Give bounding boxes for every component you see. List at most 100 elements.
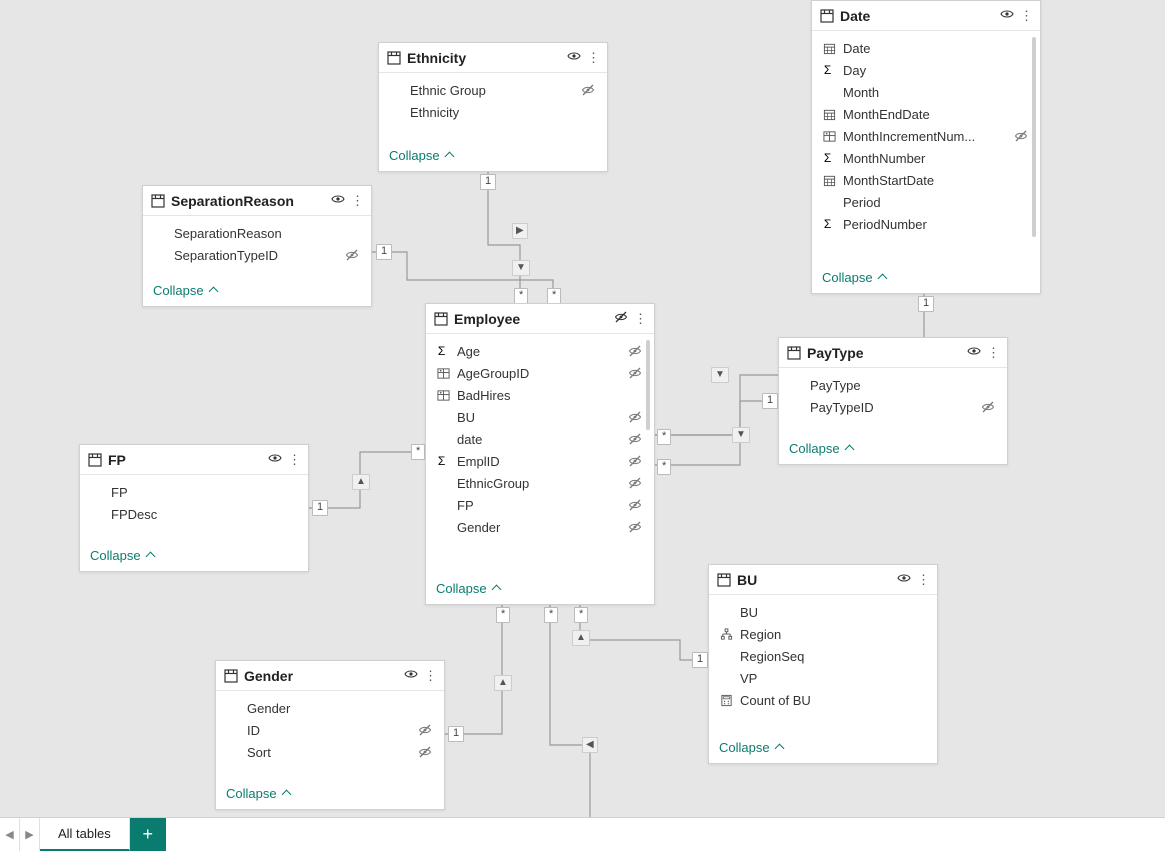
field-row[interactable]: Day [812, 59, 1040, 81]
header-visibility[interactable] [404, 667, 418, 684]
add-layout-button[interactable]: + [130, 818, 166, 851]
field-row[interactable]: PeriodNumber [812, 213, 1040, 235]
field-row[interactable]: Date [812, 37, 1040, 59]
field-row[interactable]: Sort [216, 741, 444, 763]
table-header[interactable]: Date ⋮ [812, 1, 1040, 31]
field-row[interactable]: RegionSeq [709, 645, 937, 667]
field-row[interactable]: Gender [216, 697, 444, 719]
field-row[interactable]: Ethnic Group [379, 79, 607, 101]
hidden-icon[interactable] [628, 476, 642, 490]
hidden-icon[interactable] [581, 83, 595, 97]
tab-scroll-left[interactable]: ◀ [0, 818, 20, 851]
field-row[interactable]: ID [216, 719, 444, 741]
table-header[interactable]: BU ⋮ [709, 565, 937, 595]
collapse-button[interactable]: Collapse [379, 142, 607, 171]
field-row[interactable]: Ethnicity [379, 101, 607, 123]
field-row[interactable]: Period [812, 191, 1040, 213]
header-visibility[interactable] [268, 451, 282, 468]
field-row[interactable]: FP [426, 494, 654, 516]
visibility-icon[interactable] [331, 192, 345, 206]
table-header[interactable]: Employee ⋮ [426, 304, 654, 334]
field-row[interactable]: MonthIncrementNum... [812, 125, 1040, 147]
layout-tab-all-tables[interactable]: All tables [40, 818, 130, 851]
field-row[interactable]: MonthStartDate [812, 169, 1040, 191]
header-visibility[interactable] [331, 192, 345, 209]
more-options-icon[interactable]: ⋮ [587, 50, 599, 66]
table-header[interactable]: SeparationReason ⋮ [143, 186, 371, 216]
field-row[interactable]: SeparationReason [143, 222, 371, 244]
table-header[interactable]: Gender ⋮ [216, 661, 444, 691]
hidden-icon[interactable] [628, 432, 642, 446]
visibility-icon[interactable] [897, 571, 911, 585]
field-row[interactable]: Age [426, 340, 654, 362]
hidden-icon[interactable] [614, 310, 628, 324]
hidden-icon[interactable] [418, 723, 432, 737]
field-row[interactable]: VP [709, 667, 937, 689]
hidden-icon[interactable] [628, 410, 642, 424]
hidden-icon[interactable] [628, 366, 642, 380]
more-options-icon[interactable]: ⋮ [917, 572, 929, 588]
more-options-icon[interactable]: ⋮ [987, 345, 999, 361]
collapse-button[interactable]: Collapse [216, 780, 444, 809]
field-row[interactable]: Gender [426, 516, 654, 538]
visibility-icon[interactable] [967, 344, 981, 358]
table-card-date[interactable]: Date ⋮ Date Day Month Mont [811, 0, 1041, 294]
field-row[interactable]: EmplID [426, 450, 654, 472]
header-visibility[interactable] [567, 49, 581, 66]
more-options-icon[interactable]: ⋮ [288, 452, 300, 468]
header-visibility[interactable] [897, 571, 911, 588]
field-row[interactable]: MonthEndDate [812, 103, 1040, 125]
table-card-employee[interactable]: Employee ⋮ Age AgeGroupID BadHires [425, 303, 655, 605]
hidden-icon[interactable] [628, 344, 642, 358]
header-visibility[interactable] [967, 344, 981, 361]
visibility-icon[interactable] [404, 667, 418, 681]
hidden-icon[interactable] [418, 745, 432, 759]
table-card-ethnicity[interactable]: Ethnicity ⋮ Ethnic Group Ethnicity Colla… [378, 42, 608, 172]
visibility-icon[interactable] [1000, 7, 1014, 21]
visibility-icon[interactable] [268, 451, 282, 465]
more-options-icon[interactable]: ⋮ [424, 668, 436, 684]
visibility-icon[interactable] [567, 49, 581, 63]
table-card-gender[interactable]: Gender ⋮ Gender ID Sort Col [215, 660, 445, 810]
field-row[interactable]: FPDesc [80, 503, 308, 525]
field-row[interactable]: BadHires [426, 384, 654, 406]
more-options-icon[interactable]: ⋮ [634, 311, 646, 327]
field-row[interactable]: Count of BU [709, 689, 937, 711]
table-header[interactable]: FP ⋮ [80, 445, 308, 475]
table-header[interactable]: PayType ⋮ [779, 338, 1007, 368]
field-row[interactable]: Month [812, 81, 1040, 103]
field-row[interactable]: BU [709, 601, 937, 623]
collapse-button[interactable]: Collapse [812, 264, 1040, 293]
field-row[interactable]: Region [709, 623, 937, 645]
scrollbar[interactable] [1032, 37, 1036, 237]
field-row[interactable]: MonthNumber [812, 147, 1040, 169]
field-row[interactable]: PayType [779, 374, 1007, 396]
hidden-icon[interactable] [345, 248, 359, 262]
collapse-button[interactable]: Collapse [779, 435, 1007, 464]
collapse-button[interactable]: Collapse [80, 542, 308, 571]
field-row[interactable]: FP [80, 481, 308, 503]
hidden-icon[interactable] [628, 454, 642, 468]
more-options-icon[interactable]: ⋮ [1020, 8, 1032, 24]
field-row[interactable]: EthnicGroup [426, 472, 654, 494]
hidden-icon[interactable] [1014, 129, 1028, 143]
field-row[interactable]: PayTypeID [779, 396, 1007, 418]
field-row[interactable]: BU [426, 406, 654, 428]
scrollbar[interactable] [646, 340, 650, 430]
model-canvas[interactable]: 1 ▶ ▼ * * 1 1 ▼ 1 ▼ * * 1 ▲ * 1 * ▲ 1 ▲ … [0, 0, 1165, 817]
header-visibility[interactable] [614, 310, 628, 327]
collapse-button[interactable]: Collapse [426, 575, 654, 604]
field-row[interactable]: date [426, 428, 654, 450]
table-header[interactable]: Ethnicity ⋮ [379, 43, 607, 73]
hidden-icon[interactable] [628, 520, 642, 534]
field-row[interactable]: SeparationTypeID [143, 244, 371, 266]
table-card-paytype[interactable]: PayType ⋮ PayType PayTypeID Collapse [778, 337, 1008, 465]
table-card-separation[interactable]: SeparationReason ⋮ SeparationReason Sepa… [142, 185, 372, 307]
hidden-icon[interactable] [981, 400, 995, 414]
more-options-icon[interactable]: ⋮ [351, 193, 363, 209]
field-row[interactable]: AgeGroupID [426, 362, 654, 384]
table-card-bu[interactable]: BU ⋮ BU Region RegionSeq V [708, 564, 938, 764]
header-visibility[interactable] [1000, 7, 1014, 24]
hidden-icon[interactable] [628, 498, 642, 512]
collapse-button[interactable]: Collapse [709, 734, 937, 763]
